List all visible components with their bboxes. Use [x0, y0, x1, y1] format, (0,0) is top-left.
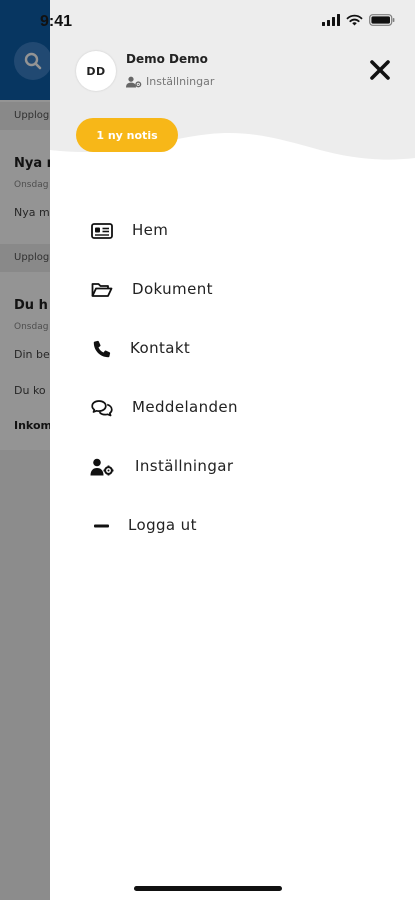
phone-icon: [90, 339, 114, 359]
avatar[interactable]: DD: [76, 51, 116, 91]
close-button[interactable]: [366, 56, 394, 84]
user-settings-label: Inställningar: [146, 75, 215, 88]
status-time: 9:41: [40, 13, 73, 30]
status-icons: [322, 14, 395, 26]
menu-item-label: Inställningar: [135, 457, 234, 475]
menu-item-label: Logga ut: [128, 516, 197, 534]
notification-badge-button[interactable]: 1 ny notis: [76, 118, 178, 152]
navigation-drawer: DD Demo Demo Inställningar 1 ny notis He…: [50, 0, 415, 900]
close-icon: [370, 60, 390, 80]
menu-item-logga-ut[interactable]: Logga ut: [50, 501, 415, 551]
menu-item-hem[interactable]: Hem: [50, 206, 415, 256]
home-indicator: [134, 886, 282, 891]
menu-item-label: Hem: [132, 221, 169, 239]
folder-open-icon: [90, 280, 114, 300]
battery-icon: [369, 14, 395, 26]
signal-icon: [322, 14, 340, 26]
menu-item-kontakt[interactable]: Kontakt: [50, 324, 415, 374]
wifi-icon: [346, 14, 363, 26]
menu-item-installningar[interactable]: Inställningar: [50, 442, 415, 492]
user-cog-icon: [90, 457, 114, 477]
menu-item-label: Meddelanden: [132, 398, 238, 416]
chat-bubbles-icon: [90, 398, 114, 418]
menu-item-dokument[interactable]: Dokument: [50, 265, 415, 315]
menu-item-meddelanden[interactable]: Meddelanden: [50, 383, 415, 433]
menu-item-label: Dokument: [132, 280, 213, 298]
user-settings-link[interactable]: Inställningar: [126, 75, 214, 88]
user-name: Demo Demo: [126, 52, 208, 66]
id-card-icon: [90, 221, 114, 241]
minus-icon: [90, 516, 114, 536]
menu-item-label: Kontakt: [130, 339, 191, 357]
user-cog-icon: [126, 76, 142, 87]
